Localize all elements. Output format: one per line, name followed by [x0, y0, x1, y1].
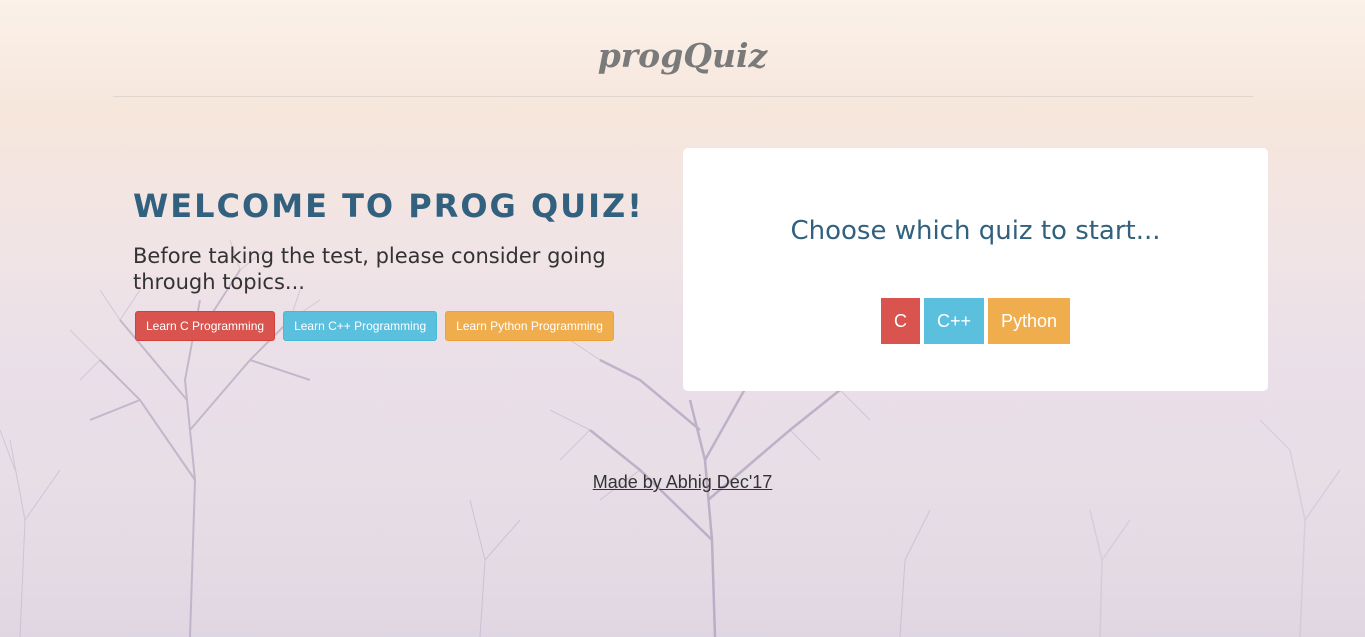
welcome-text: Before taking the test, please consider … — [133, 244, 606, 294]
learn-cpp-button[interactable]: Learn C++ Programming — [283, 311, 438, 341]
quiz-buttons-group: C C++ Python — [881, 298, 1071, 344]
learn-buttons-group: Learn C Programming Learn C++ Programmin… — [135, 311, 614, 341]
welcome-heading: Welcome to Prog Quiz! — [133, 187, 644, 225]
quiz-python-button[interactable]: Python — [988, 298, 1071, 344]
footer-credit-link[interactable]: Made by Abhig Dec'17 — [593, 472, 773, 492]
footer: Made by Abhig Dec'17 — [0, 472, 1365, 493]
quiz-c-button[interactable]: C — [881, 298, 920, 344]
brand-title[interactable]: progQuiz — [0, 36, 1365, 75]
quiz-selection-card: Choose which quiz to start... C C++ Pyth… — [683, 148, 1268, 391]
quiz-cpp-button[interactable]: C++ — [924, 298, 985, 344]
learn-c-button[interactable]: Learn C Programming — [135, 311, 276, 341]
quiz-card-title: Choose which quiz to start... — [790, 216, 1161, 246]
header-divider — [113, 96, 1253, 97]
welcome-section: Welcome to Prog Quiz! Before taking the … — [133, 186, 653, 295]
learn-python-button[interactable]: Learn Python Programming — [445, 311, 614, 341]
